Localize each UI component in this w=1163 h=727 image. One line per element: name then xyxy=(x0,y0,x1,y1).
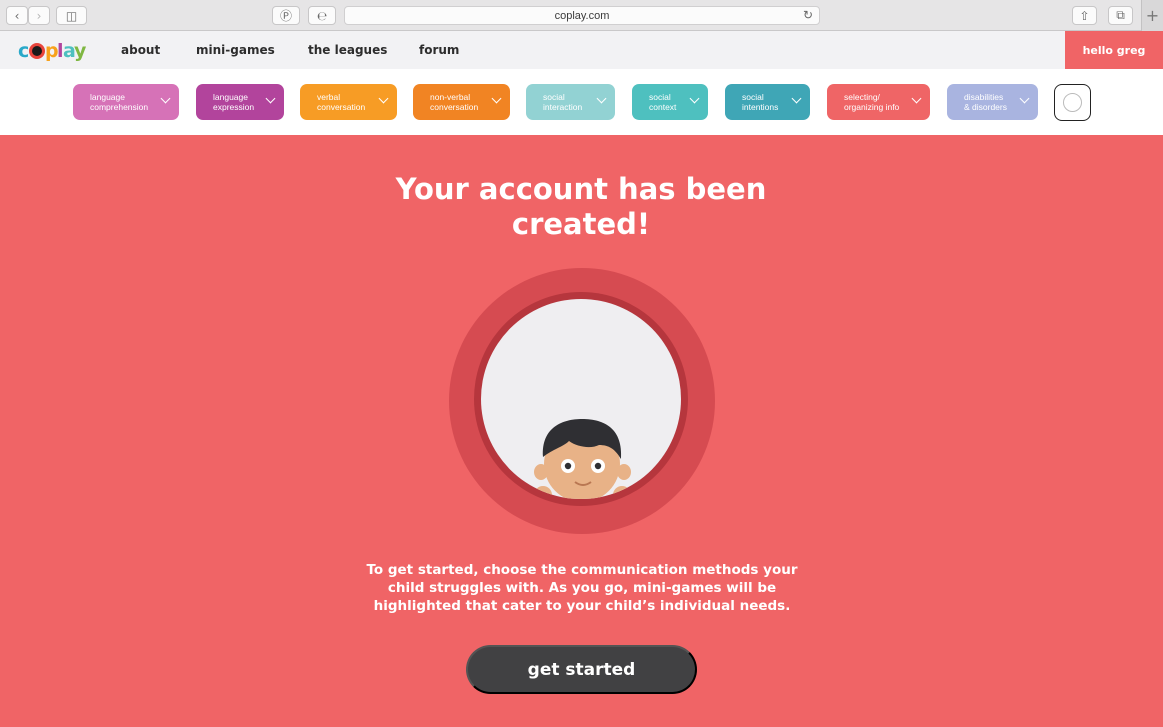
category-social-context[interactable]: social context xyxy=(632,84,708,120)
category-non-verbal-conversation[interactable]: non-verbal conversation xyxy=(413,84,510,120)
category-social-intentions[interactable]: social intentions xyxy=(725,84,810,120)
get-started-button[interactable]: get started xyxy=(466,645,697,694)
category-language-expression[interactable]: language expression xyxy=(196,84,284,120)
circle-icon xyxy=(1063,93,1082,112)
url-text: coplay.com xyxy=(554,9,610,22)
category-filter-bar: language comprehension language expressi… xyxy=(0,69,1163,135)
browser-toolbar: ‹ › ◫ Ⓟ ℮ coplay.com ↻ ⇧ ⧉ + xyxy=(0,0,1163,31)
nav-link-mini-games[interactable]: mini-games xyxy=(196,43,275,57)
pinterest-icon[interactable]: Ⓟ xyxy=(272,6,300,25)
new-tab-icon[interactable]: + xyxy=(1141,0,1163,31)
category-selecting-organizing-info[interactable]: selecting/ organizing info xyxy=(827,84,930,120)
category-label: language expression xyxy=(213,92,255,112)
nav-link-the-leagues[interactable]: the leagues xyxy=(308,43,387,57)
category-label: social interaction xyxy=(543,92,583,112)
category-social-interaction[interactable]: social interaction xyxy=(526,84,615,120)
category-label: social intentions xyxy=(742,92,779,112)
address-bar[interactable]: coplay.com ↻ xyxy=(344,6,820,25)
avatar-window xyxy=(481,299,681,499)
category-label: language comprehension xyxy=(90,92,149,112)
extension-icon[interactable]: ℮ xyxy=(308,6,336,25)
site-nav: c p l a y coplay about mini-games the le… xyxy=(0,31,1163,69)
reload-icon[interactable]: ↻ xyxy=(803,8,813,22)
category-label: disabilities & disorders xyxy=(964,92,1007,112)
nav-link-about[interactable]: about xyxy=(121,43,160,57)
user-greeting-button[interactable]: hello greg xyxy=(1065,31,1163,69)
circle-toggle-button[interactable] xyxy=(1054,84,1091,121)
forward-icon[interactable]: › xyxy=(28,6,50,25)
share-icon[interactable]: ⇧ xyxy=(1072,6,1097,25)
svg-text:c: c xyxy=(18,40,28,62)
coplay-logo[interactable]: c p l a y coplay xyxy=(18,38,88,64)
instructions-text: To get started, choose the communication… xyxy=(366,562,798,614)
category-verbal-conversation[interactable]: verbal conversation xyxy=(300,84,397,120)
category-label: selecting/ organizing info xyxy=(844,92,900,112)
svg-text:y: y xyxy=(74,40,87,62)
nav-link-forum[interactable]: forum xyxy=(419,43,459,57)
page-title: Your account has been created! xyxy=(395,172,767,241)
category-language-comprehension[interactable]: language comprehension xyxy=(73,84,179,120)
child-peeking-illustration xyxy=(534,419,631,499)
svg-text:l: l xyxy=(57,40,63,62)
sidebar-icon[interactable]: ◫ xyxy=(56,6,87,25)
category-disabilities-disorders[interactable]: disabilities & disorders xyxy=(947,84,1038,120)
category-label: social context xyxy=(649,92,677,112)
logo-mark: c p l a y xyxy=(18,40,88,62)
tabs-overview-icon[interactable]: ⧉ xyxy=(1108,6,1133,25)
back-icon[interactable]: ‹ xyxy=(6,6,28,25)
